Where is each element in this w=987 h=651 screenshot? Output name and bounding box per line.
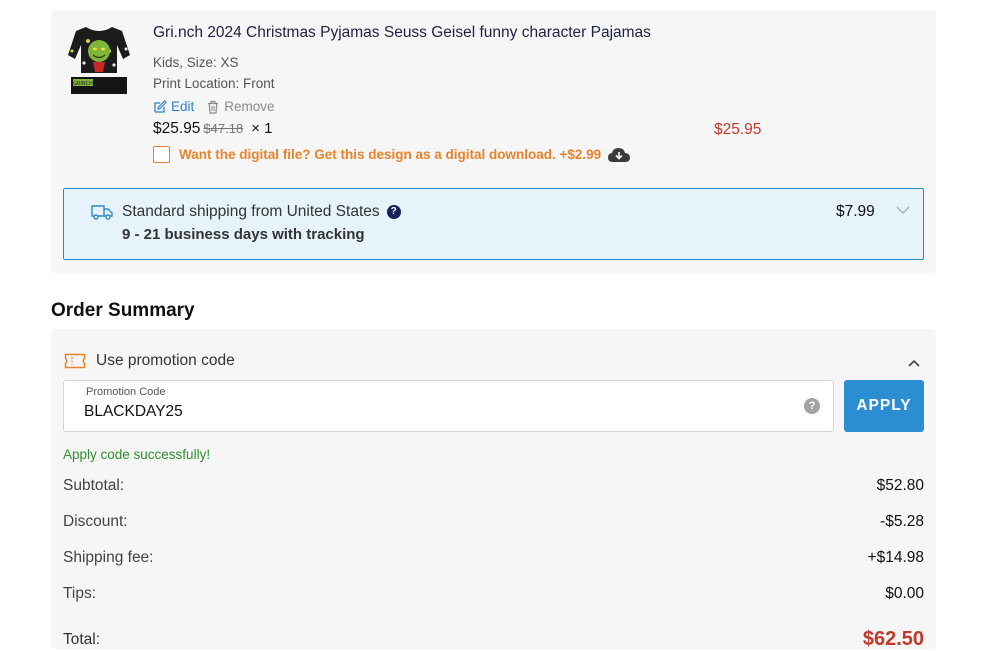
promo-code-input[interactable] [84,401,784,423]
shipping-fee-value: +$14.98 [867,549,924,566]
ticket-icon [64,353,86,369]
shipping-title: Standard shipping from United States ? [122,203,401,221]
edit-icon [154,99,167,113]
price-row: $25.95 $47.18 × 1 [153,120,272,138]
tips-value: $0.00 [885,585,924,602]
quantity: × 1 [251,120,273,137]
remove-button[interactable]: Remove [206,99,275,114]
cloud-download-icon [608,147,631,162]
digital-download-text[interactable]: Want the digital file? Get this design a… [179,147,601,162]
promo-success-message: Apply code successfully! [63,447,211,462]
edit-label: Edit [171,99,195,114]
subtotal-label: Subtotal: [63,477,125,494]
total-value: $62.50 [862,628,924,650]
order-summary-panel: Use promotion code Promotion Code ? APPL… [51,329,936,650]
order-summary-title: Order Summary [51,300,195,321]
promo-field-label: Promotion Code [86,386,166,398]
digital-download-checkbox[interactable] [153,146,170,163]
edit-button[interactable]: Edit [153,99,194,114]
discount-value: -$5.28 [880,513,924,530]
unit-price: $25.95 [153,120,201,137]
promo-toggle[interactable]: Use promotion code [64,352,235,370]
help-icon[interactable]: ? [386,205,401,219]
pajama-image: GRINCH [68,27,130,94]
original-price: $47.18 [203,121,244,136]
shipping-days: 9 - 21 business days with tracking [122,226,365,243]
shipping-price: $7.99 [836,203,875,220]
cart-item-card: GRINCH Gri.nch 2024 Christmas Pyjamas Se… [51,10,936,273]
digital-download-offer: Want the digital file? Get this design a… [153,146,631,163]
help-icon[interactable]: ? [804,398,820,414]
promo-code-field: Promotion Code ? [63,380,834,432]
chevron-down-icon[interactable] [896,205,910,215]
subtotal-value: $52.80 [876,477,924,494]
discount-label: Discount: [63,513,128,530]
product-variant: Kids, Size: XS [153,55,239,70]
shipping-fee-label: Shipping fee: [63,549,154,566]
shipping-title-text: Standard shipping from United States [122,203,380,220]
product-title[interactable]: Gri.nch 2024 Christmas Pyjamas Seuss Gei… [153,24,651,42]
print-location: Print Location: Front [153,76,275,91]
item-actions: Edit Remove [153,99,287,114]
truck-icon [91,205,113,220]
remove-label: Remove [224,99,275,114]
apply-button[interactable]: APPLY [844,380,924,432]
svg-text:GRINCH: GRINCH [73,81,93,87]
line-total: $25.95 [714,121,762,138]
chevron-up-icon[interactable] [907,358,921,368]
product-thumbnail[interactable]: GRINCH [66,21,132,97]
shipping-option[interactable]: Standard shipping from United States ? 9… [63,188,924,260]
trash-icon [208,100,219,114]
tips-label: Tips: [63,585,97,602]
promo-label: Use promotion code [96,352,235,369]
total-label: Total: [63,631,101,648]
